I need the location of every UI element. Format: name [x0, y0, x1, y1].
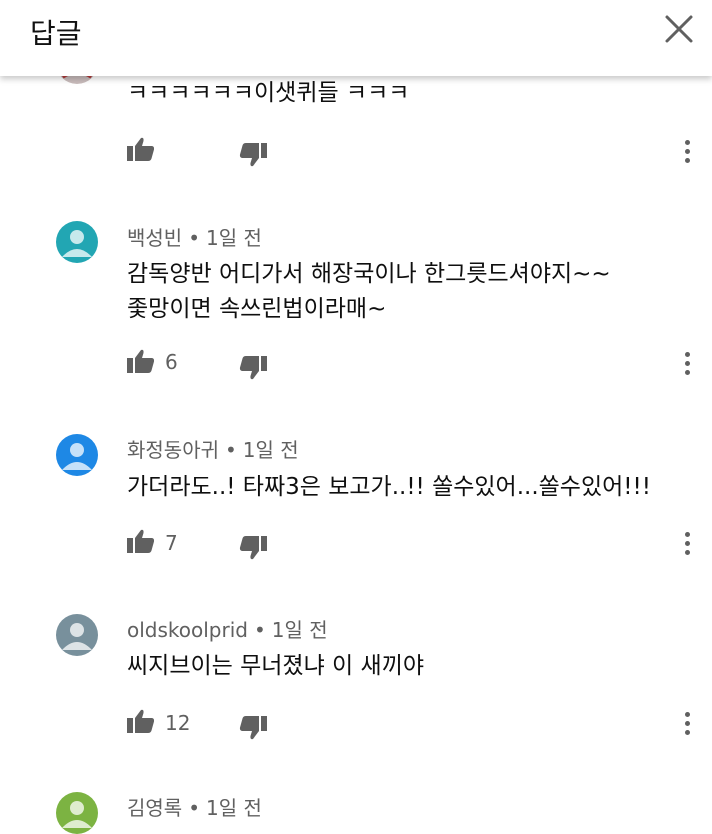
thumbs-up-icon [127, 137, 155, 161]
more-vert-icon[interactable] [677, 530, 697, 560]
avatar[interactable] [56, 221, 98, 263]
like-button[interactable] [127, 349, 155, 377]
comment-meta: oldskoolprid • 1일 전 [127, 618, 328, 642]
thumbs-down-icon [239, 716, 267, 740]
header-title: 답글 [30, 17, 82, 50]
more-vert-icon[interactable] [677, 350, 697, 380]
like-count: 7 [165, 531, 178, 555]
comment-author[interactable]: 김영록 [127, 796, 182, 820]
avatar[interactable] [56, 434, 98, 476]
like-button[interactable] [127, 137, 155, 165]
comment-time: 1일 전 [206, 796, 262, 820]
more-vert-icon[interactable] [677, 138, 697, 168]
close-icon[interactable] [660, 10, 698, 48]
comment-text: 좇망이면 속쓰린법이라매~ [127, 296, 387, 322]
comment-time: 1일 전 [242, 438, 299, 462]
comment-meta: 백성빈 • 1일 전 [127, 226, 262, 250]
comment-time: 1일 전 [206, 226, 262, 250]
comment-meta: 화정동아귀 • 1일 전 [127, 438, 299, 462]
like-button[interactable] [127, 529, 155, 557]
thumbs-down-icon [239, 536, 267, 560]
comment-text: 감독양반 어디가서 해장국이나 한그릇드셔야지~~ [127, 261, 611, 287]
thumbs-up-icon [127, 529, 155, 553]
thumbs-down-icon [239, 356, 267, 380]
dislike-button[interactable] [239, 143, 267, 171]
comment-meta: 김영록 • 1일 전 [127, 796, 262, 820]
avatar[interactable] [56, 792, 98, 834]
avatar[interactable] [56, 614, 98, 656]
like-button[interactable] [127, 709, 155, 737]
comment-author[interactable]: oldskoolprid [127, 618, 248, 642]
dislike-button[interactable] [239, 356, 267, 384]
dislike-button[interactable] [239, 536, 267, 564]
comment-text: 씨지브이는 무너졌냐 이 새끼야 [127, 653, 425, 679]
dislike-button[interactable] [239, 716, 267, 744]
thumbs-down-icon [239, 143, 267, 167]
comment-author[interactable]: 백성빈 [127, 226, 182, 250]
comment-text: 가더라도..! 타짜3은 보고가..!! 쏠수있어...쏠수있어!!! [127, 474, 651, 500]
thumbs-up-icon [127, 349, 155, 373]
replies-header: 답글 [0, 0, 712, 76]
more-vert-icon[interactable] [677, 710, 697, 740]
comment-author[interactable]: 화정동아귀 [127, 438, 219, 462]
comment-text: ㅋㅋㅋㅋㅋㅋ이샛퀴들 ㅋㅋㅋ [127, 80, 410, 106]
like-count: 6 [165, 350, 178, 374]
like-count: 12 [165, 711, 191, 735]
thumbs-up-icon [127, 709, 155, 733]
comment-time: 1일 전 [271, 618, 328, 642]
